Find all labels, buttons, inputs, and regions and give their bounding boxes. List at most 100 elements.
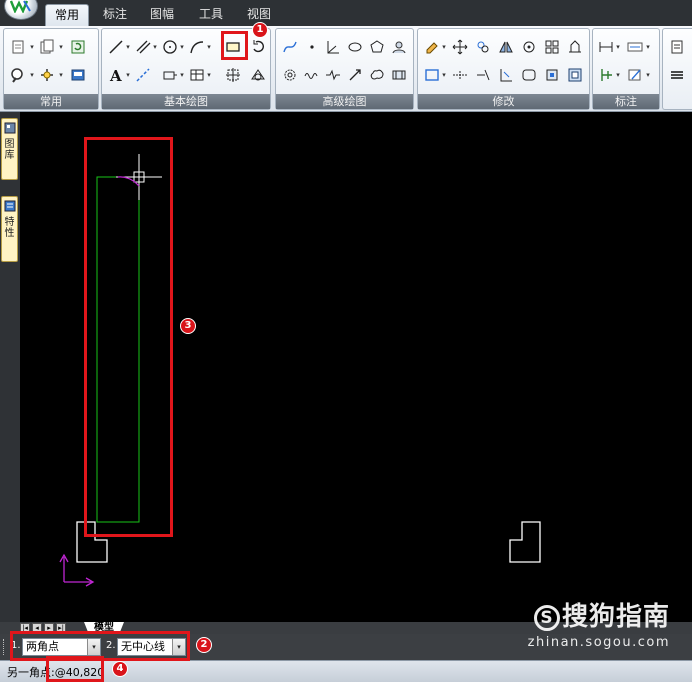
ribbon: ▾ ▾ ▾ ▾ 常用 ▾ ▾ ▾ ▾ A ▾ ▾ ▾ 基本绘图 高级绘图 ▾ ▾… (0, 26, 692, 112)
mirror-icon[interactable] (496, 37, 516, 57)
copy-icon[interactable] (473, 37, 493, 57)
explode-icon[interactable] (542, 65, 562, 85)
zoom-dropdown-icon[interactable]: ▾ (29, 65, 35, 85)
sogou-logo-icon: S (533, 605, 560, 631)
group-label-modify: 修改 (418, 94, 589, 109)
tolerance-dropdown-icon[interactable]: ▾ (615, 65, 621, 85)
circle-dropdown-icon[interactable]: ▾ (179, 37, 185, 57)
palette-tab-properties[interactable]: 特性 (1, 196, 18, 262)
hole-icon[interactable] (389, 65, 409, 85)
line-dropdown-icon[interactable]: ▾ (125, 37, 131, 57)
pan-dropdown-icon[interactable]: ▾ (58, 65, 64, 85)
layer-icon[interactable] (68, 65, 88, 85)
properties-icon (4, 200, 16, 212)
tolerance-icon[interactable] (596, 65, 616, 85)
group-modify: ▾ ▾ 修改 (417, 28, 590, 110)
user-icon[interactable] (389, 37, 409, 57)
chamfer-icon[interactable] (496, 65, 516, 85)
palette-tab-library-label: 图库 (4, 139, 15, 161)
highlight-rectangle-tool (221, 31, 248, 60)
rotate-icon[interactable] (248, 37, 268, 57)
table-dropdown-icon[interactable]: ▾ (206, 65, 212, 85)
dimension-style-dropdown-icon[interactable]: ▾ (645, 37, 651, 57)
move-icon[interactable] (450, 37, 470, 57)
rotate-object-icon[interactable] (519, 37, 539, 57)
new-file-dropdown-icon[interactable]: ▾ (29, 37, 35, 57)
arrow-line-icon[interactable] (345, 65, 365, 85)
select-window-icon[interactable] (422, 65, 442, 85)
break-line-icon[interactable] (323, 65, 343, 85)
cloud-line-icon[interactable] (367, 65, 387, 85)
new-file-icon[interactable] (8, 37, 28, 57)
erase-icon[interactable] (422, 37, 442, 57)
hatch-dropdown-icon[interactable]: ▾ (179, 65, 185, 85)
text-dropdown-icon[interactable]: ▾ (125, 65, 131, 85)
tab-common[interactable]: 常用 (45, 4, 89, 26)
stretch-icon[interactable] (565, 37, 585, 57)
open-dropdown-icon[interactable]: ▾ (58, 37, 64, 57)
angle-line-icon[interactable] (323, 37, 343, 57)
note-dropdown-icon[interactable]: ▾ (645, 65, 651, 85)
tab-sheet[interactable]: 图幅 (142, 4, 182, 26)
group-label-advanced-draw: 高级绘图 (276, 94, 413, 109)
parallel-dropdown-icon[interactable]: ▾ (152, 37, 158, 57)
watermark: S 搜狗指南 zhinan.sogou.com (528, 596, 670, 650)
pan-icon[interactable] (37, 65, 57, 85)
text-icon[interactable]: A (106, 65, 126, 85)
arc-dropdown-icon[interactable]: ▾ (206, 37, 212, 57)
tab-tools[interactable]: 工具 (191, 4, 231, 26)
table-icon[interactable] (187, 65, 207, 85)
line-icon[interactable] (106, 37, 126, 57)
annotation-badge-2: 2 (196, 637, 212, 653)
svg-text:A: A (109, 67, 122, 83)
text-style-icon[interactable] (667, 37, 687, 57)
watermark-brand-text: 搜狗指南 (561, 602, 670, 632)
palette-tab-library[interactable]: 图库 (1, 118, 18, 180)
ribbon-tab-bar: 常用 标注 图幅 工具 视图 (0, 0, 692, 26)
offset-icon[interactable] (565, 65, 585, 85)
point-icon[interactable] (302, 37, 322, 57)
erase-dropdown-icon[interactable]: ▾ (441, 37, 447, 57)
block-icon[interactable] (223, 65, 243, 85)
watermark-url: zhinan.sogou.com (527, 635, 670, 650)
dimension-style-icon[interactable] (625, 37, 645, 57)
gear-shape-icon[interactable] (280, 65, 300, 85)
dimension-dropdown-icon[interactable]: ▾ (615, 37, 621, 57)
array-icon[interactable] (542, 37, 562, 57)
zoom-icon[interactable] (8, 65, 28, 85)
group-annotate: ▾ ▾ ▾ ▾ 标注 (592, 28, 660, 110)
library-icon (4, 122, 16, 134)
dimension-icon[interactable] (596, 37, 616, 57)
parallel-line-icon[interactable] (133, 37, 153, 57)
spline-icon[interactable] (280, 37, 300, 57)
group-label-annotate: 标注 (593, 94, 659, 109)
extend-icon[interactable] (473, 65, 493, 85)
fillet-icon[interactable] (519, 65, 539, 85)
group-advanced-draw: 高级绘图 (275, 28, 414, 110)
circle-icon[interactable] (160, 37, 180, 57)
tab-annotate[interactable]: 标注 (96, 4, 134, 26)
group-more (662, 28, 692, 110)
palette-tab-properties-label: 特性 (4, 217, 15, 239)
app-logo-icon[interactable] (4, 0, 38, 20)
sheet-corner-mark-right (509, 521, 541, 563)
ellipse-icon[interactable] (345, 37, 365, 57)
hatch-icon[interactable] (160, 65, 180, 85)
region-icon[interactable] (248, 65, 268, 85)
annotation-badge-3: 3 (180, 318, 196, 334)
select-dropdown-icon[interactable]: ▾ (441, 65, 447, 85)
polyline-icon[interactable] (133, 65, 153, 85)
refresh-icon[interactable] (68, 37, 88, 57)
wave-line-icon[interactable] (302, 65, 322, 85)
arc-icon[interactable] (187, 37, 207, 57)
toolbar-grip-icon[interactable] (3, 639, 6, 655)
note-icon[interactable] (625, 65, 645, 85)
group-label-common: 常用 (4, 94, 98, 109)
left-palette: 图库 特性 (0, 112, 20, 622)
trim-icon[interactable] (450, 65, 470, 85)
polygon-icon[interactable] (367, 37, 387, 57)
menu-lines-icon[interactable] (667, 65, 687, 85)
group-label-basic-draw: 基本绘图 (102, 94, 270, 109)
open-file-icon[interactable] (37, 37, 57, 57)
highlight-drawn-rectangle (84, 137, 173, 537)
